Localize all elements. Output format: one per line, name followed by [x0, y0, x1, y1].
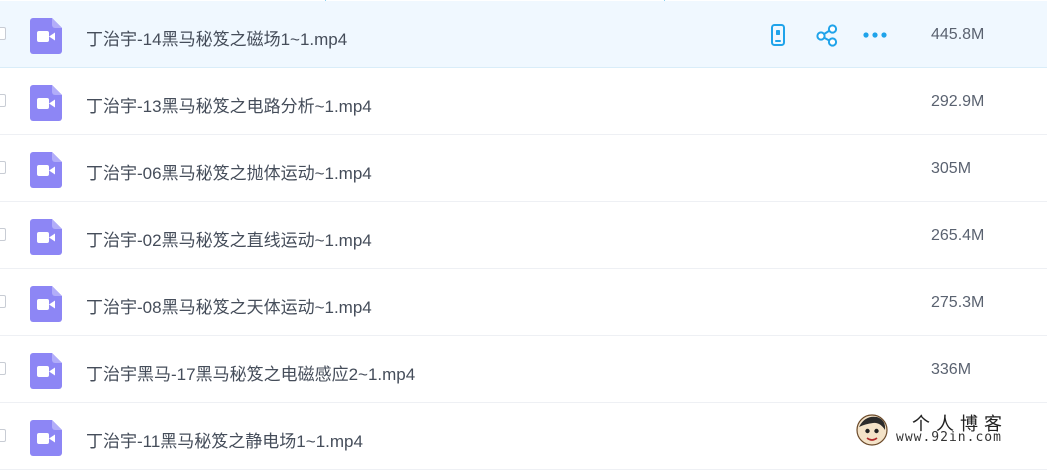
- row-checkbox[interactable]: [0, 295, 6, 308]
- phone-icon[interactable]: [766, 23, 790, 47]
- more-icon[interactable]: [863, 23, 887, 47]
- mascot-icon: [856, 414, 888, 446]
- file-size: 305M: [931, 160, 972, 177]
- file-name[interactable]: 丁治宇-14黑马秘笈之磁场1~1.mp4: [86, 25, 347, 50]
- share-icon[interactable]: [815, 23, 839, 47]
- file-row[interactable]: 丁治宇-08黑马秘笈之天体运动~1.mp4 275.3M: [0, 269, 1047, 336]
- file-name[interactable]: 丁治宇-08黑马秘笈之天体运动~1.mp4: [86, 293, 372, 318]
- row-checkbox[interactable]: [0, 161, 6, 174]
- file-row[interactable]: 丁治宇-13黑马秘笈之电路分析~1.mp4 292.9M: [0, 68, 1047, 135]
- row-checkbox[interactable]: [0, 228, 6, 241]
- file-name[interactable]: 丁治宇-02黑马秘笈之直线运动~1.mp4: [86, 226, 372, 251]
- row-checkbox[interactable]: [0, 362, 6, 375]
- video-file-icon: [30, 152, 62, 188]
- file-size: 292.9M: [931, 93, 985, 110]
- video-file-icon: [30, 286, 62, 322]
- file-name[interactable]: 丁治宇-13黑马秘笈之电路分析~1.mp4: [86, 92, 372, 117]
- file-name[interactable]: 丁治宇黑马-17黑马秘笈之电磁感应2~1.mp4: [86, 360, 415, 385]
- file-row[interactable]: 丁治宇-02黑马秘笈之直线运动~1.mp4 265.4M: [0, 202, 1047, 269]
- file-size: 336M: [931, 361, 972, 378]
- file-list: 丁治宇-14黑马秘笈之磁场1~1.mp4 445.8M 丁治宇-13黑马秘笈之电…: [0, 1, 1047, 470]
- video-file-icon: [30, 18, 62, 54]
- file-size: 445.8M: [931, 26, 985, 43]
- file-row[interactable]: 丁治宇-14黑马秘笈之磁场1~1.mp4 445.8M: [0, 1, 1047, 68]
- file-size: 265.4M: [931, 227, 985, 244]
- file-name[interactable]: 丁治宇-06黑马秘笈之抛体运动~1.mp4: [86, 159, 372, 184]
- row-checkbox[interactable]: [0, 27, 6, 40]
- file-row[interactable]: 丁治宇-06黑马秘笈之抛体运动~1.mp4 305M: [0, 135, 1047, 202]
- row-checkbox[interactable]: [0, 94, 6, 107]
- watermark: 个人博客 www.92in.com: [852, 408, 1047, 451]
- video-file-icon: [30, 353, 62, 389]
- file-name[interactable]: 丁治宇-11黑马秘笈之静电场1~1.mp4: [86, 427, 363, 452]
- video-file-icon: [30, 219, 62, 255]
- video-file-icon: [30, 85, 62, 121]
- row-checkbox[interactable]: [0, 429, 6, 442]
- watermark-url: www.92in.com: [896, 430, 1002, 445]
- file-row[interactable]: 丁治宇黑马-17黑马秘笈之电磁感应2~1.mp4 336M: [0, 336, 1047, 403]
- file-size: 275.3M: [931, 294, 985, 311]
